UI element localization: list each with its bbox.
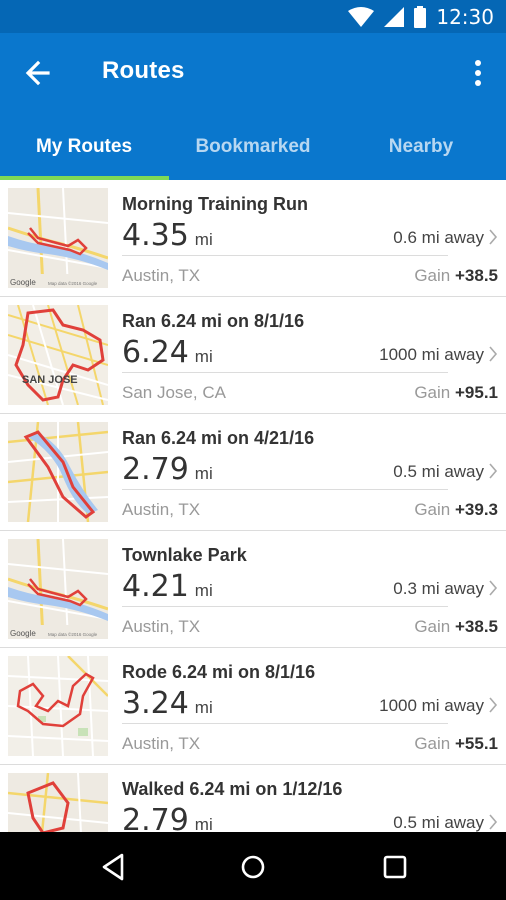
wifi-icon (348, 7, 375, 27)
map-google-label: Google (10, 629, 36, 638)
route-distance: 2.79 mi (122, 803, 213, 832)
gain-value: +55.1 (454, 734, 498, 753)
route-row[interactable]: Google Map data ©2016 Google Morning Tra… (0, 180, 506, 297)
route-away: 0.5 mi away (393, 462, 484, 481)
route-location: San Jose, CA (122, 383, 226, 402)
arrow-left-icon[interactable] (20, 55, 56, 91)
route-map-thumbnail: Google Map data ©2016 Google (8, 188, 108, 288)
chevron-right-icon (489, 463, 498, 479)
route-location: Austin, TX (122, 734, 201, 753)
route-distance: 4.21 mi (122, 569, 213, 604)
tab-nearby[interactable]: Nearby (337, 113, 505, 180)
gain-label: Gain (414, 500, 451, 519)
tab-my-routes[interactable]: My Routes (0, 113, 168, 180)
route-away: 1000 mi away (379, 345, 484, 364)
distance-value: 2.79 (122, 452, 189, 487)
status-bar: 12:30 (0, 0, 506, 33)
route-row[interactable]: Walked 6.24 mi on 1/12/16 2.79 mi 0.5 mi … (0, 765, 506, 832)
row-divider (122, 372, 448, 373)
route-name: Townlake Park (122, 545, 247, 565)
gain-label: Gain (414, 266, 451, 285)
distance-unit: mi (194, 815, 213, 832)
chevron-right-icon (489, 229, 498, 245)
route-distance: 2.79 mi (122, 452, 213, 487)
route-away: 0.6 mi away (393, 228, 484, 247)
map-credit-label: Map data ©2016 Google (48, 280, 98, 286)
route-distance: 3.24 mi (122, 686, 213, 721)
route-away: 0.3 mi away (393, 579, 484, 598)
route-gain: Gain +38.5 (414, 266, 498, 286)
route-name: Ran 6.24 mi on 4/21/16 (122, 428, 315, 448)
route-row[interactable]: Ran 6.24 mi on 4/21/16 2.79 mi 0.5 mi awa… (0, 414, 506, 531)
distance-value: 4.35 (122, 218, 189, 253)
route-location: Austin, TX (122, 500, 201, 519)
gain-value: +38.5 (454, 617, 498, 636)
distance-value: 3.24 (122, 686, 189, 721)
route-name: Ran 6.24 mi on 8/1/16 (122, 311, 305, 331)
route-gain: Gain +55.1 (414, 734, 498, 754)
system-nav-bar (0, 832, 506, 900)
distance-value: 6.24 (122, 335, 189, 370)
battery-icon (414, 6, 427, 28)
route-gain: Gain +95.1 (414, 383, 498, 403)
map-city-label: SAN JOSE (22, 374, 78, 386)
recents-square-icon[interactable] (378, 850, 412, 884)
route-away: 0.5 mi away (393, 813, 484, 832)
chevron-right-icon (489, 580, 498, 596)
route-row[interactable]: Google Map data ©2016 Google Townlake Pa… (0, 531, 506, 648)
route-gain: Gain +39.3 (414, 500, 498, 520)
route-map-thumbnail (8, 656, 108, 756)
gain-value: +39.3 (454, 500, 498, 519)
route-away: 1000 mi away (379, 696, 484, 715)
route-distance: 4.35 mi (122, 218, 213, 253)
more-vert-icon[interactable] (466, 55, 490, 91)
signal-icon (384, 7, 405, 27)
app-bar: Routes (0, 33, 506, 113)
row-divider (122, 723, 448, 724)
gain-value: +38.5 (454, 266, 498, 285)
row-divider (122, 489, 448, 490)
page-title: Routes (102, 57, 185, 84)
distance-value: 2.79 (122, 803, 189, 832)
map-google-label: Google (10, 278, 36, 287)
distance-unit: mi (194, 464, 213, 483)
status-time: 12:30 (436, 5, 494, 29)
route-map-thumbnail (8, 422, 108, 522)
row-divider (122, 606, 448, 607)
gain-label: Gain (414, 383, 451, 402)
chevron-right-icon (489, 814, 498, 830)
tab-bar: My Routes Bookmarked Nearby (0, 113, 506, 180)
route-location: Austin, TX (122, 266, 201, 285)
back-triangle-icon[interactable] (96, 850, 130, 884)
distance-unit: mi (194, 581, 213, 600)
home-circle-icon[interactable] (236, 850, 270, 884)
chevron-right-icon (489, 346, 498, 362)
gain-label: Gain (414, 617, 451, 636)
route-name: Morning Training Run (122, 194, 308, 214)
chevron-right-icon (489, 697, 498, 713)
route-row[interactable]: SAN JOSE Ran 6.24 mi on 8/1/16 6.24 mi 10… (0, 297, 506, 414)
route-list[interactable]: Google Map data ©2016 Google Morning Tra… (0, 180, 506, 832)
route-map-thumbnail: SAN JOSE (8, 305, 108, 405)
route-row[interactable]: Rode 6.24 mi on 8/1/16 3.24 mi 1000 mi aw… (0, 648, 506, 765)
map-credit-label: Map data ©2016 Google (48, 631, 98, 637)
route-distance: 6.24 mi (122, 335, 213, 370)
distance-value: 4.21 (122, 569, 189, 604)
tab-bookmarked[interactable]: Bookmarked (169, 113, 337, 180)
route-name: Walked 6.24 mi on 1/12/16 (122, 779, 343, 799)
route-gain: Gain +38.5 (414, 617, 498, 637)
distance-unit: mi (194, 230, 213, 249)
route-map-thumbnail (8, 773, 108, 832)
distance-unit: mi (194, 698, 213, 717)
route-map-thumbnail: Google Map data ©2016 Google (8, 539, 108, 639)
route-name: Rode 6.24 mi on 8/1/16 (122, 662, 316, 682)
row-divider (122, 255, 448, 256)
gain-label: Gain (414, 734, 451, 753)
route-location: Austin, TX (122, 617, 201, 636)
distance-unit: mi (194, 347, 213, 366)
gain-value: +95.1 (454, 383, 498, 402)
